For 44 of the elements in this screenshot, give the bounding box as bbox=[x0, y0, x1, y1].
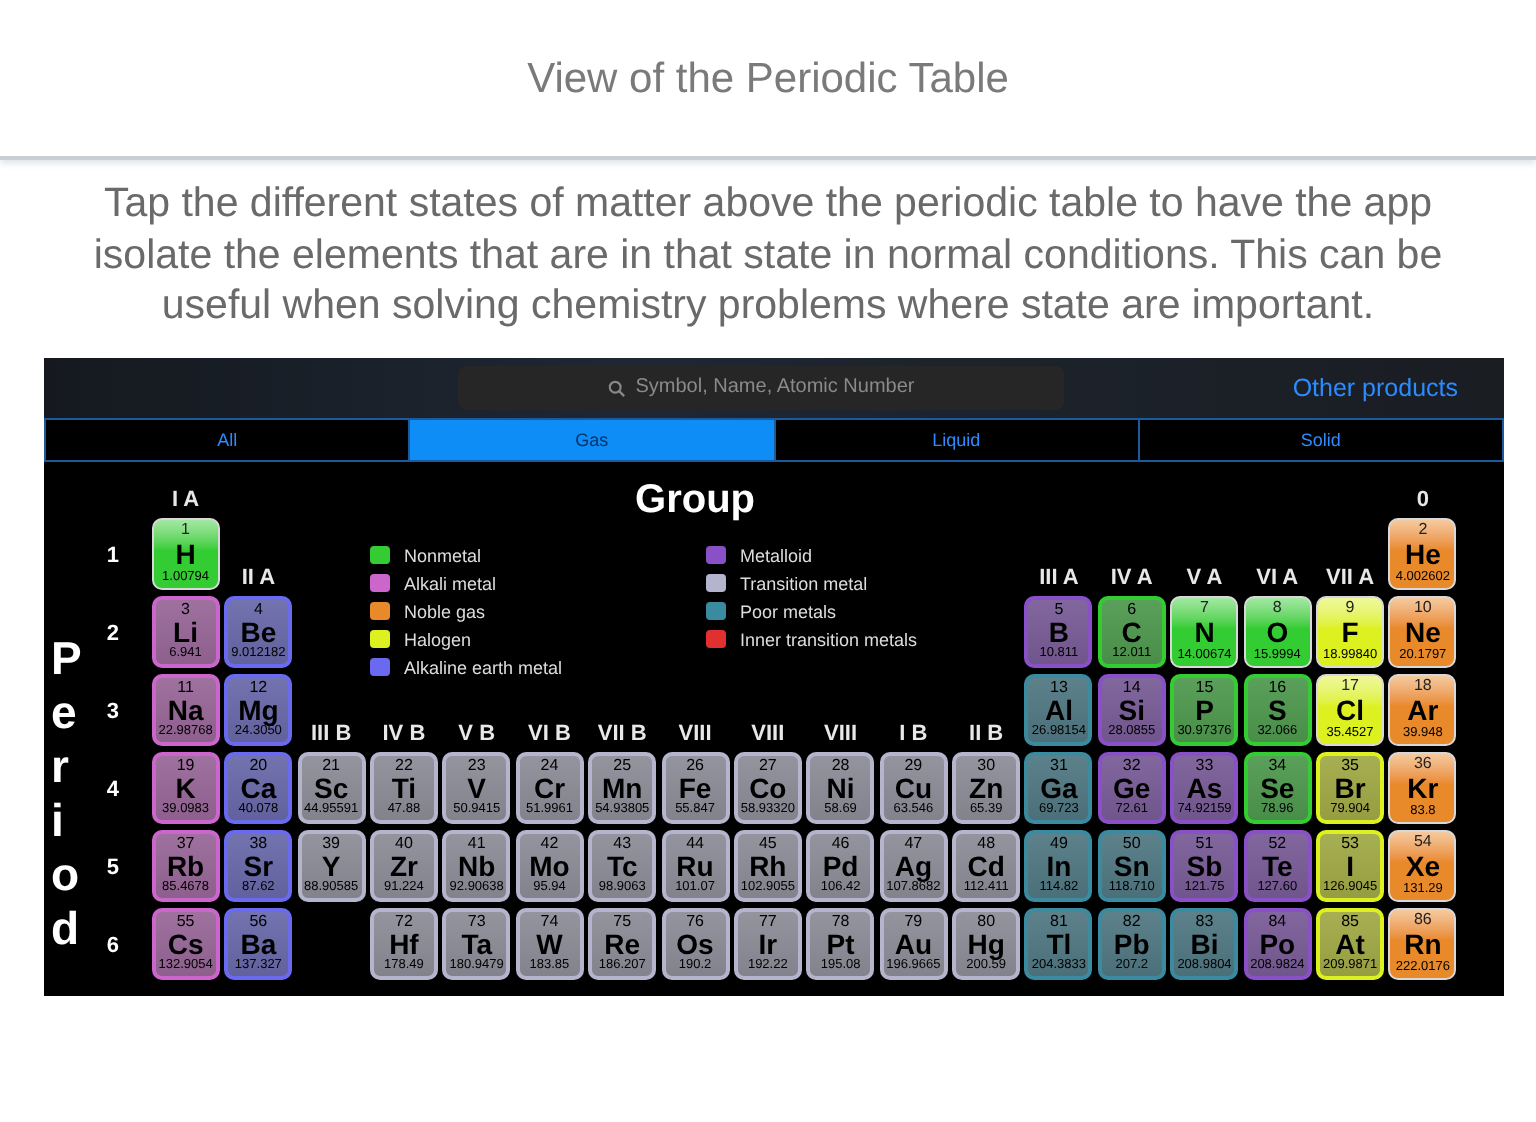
group-label: II B bbox=[969, 721, 1004, 749]
legend-label: Inner transition metals bbox=[739, 629, 917, 649]
period-number: 5 bbox=[104, 856, 122, 880]
legend-label: Metalloid bbox=[739, 545, 812, 565]
legend-label: Poor metals bbox=[739, 601, 836, 621]
group-label: VIII bbox=[751, 721, 785, 749]
group-label: I B bbox=[899, 721, 928, 749]
group-label: II A bbox=[241, 565, 276, 593]
group-label: VI A bbox=[1256, 565, 1299, 593]
period-number: 3 bbox=[104, 700, 122, 724]
state-tab[interactable]: Liquid bbox=[773, 419, 1138, 459]
group-label: VI B bbox=[528, 721, 571, 749]
legend-label: Alkaline earth metal bbox=[403, 657, 562, 677]
group-label: III A bbox=[1039, 565, 1079, 593]
search-icon bbox=[608, 379, 626, 397]
group-label: VIII bbox=[678, 721, 712, 749]
group-label: III B bbox=[310, 721, 352, 749]
state-tab[interactable]: Gas bbox=[408, 419, 773, 459]
caption: Tap the different states of matter above the periodic table to have the app isolate the elements that are in that state in normal conditions. This can be useful when solving chemistry problems where state are important. bbox=[91, 178, 1445, 331]
group-label: VIII bbox=[824, 721, 858, 749]
search-field[interactable]: Symbol, Name, Atomic Number bbox=[458, 365, 1064, 409]
group-label: V A bbox=[1186, 565, 1223, 593]
period-number: 2 bbox=[104, 622, 122, 646]
group-label: VII A bbox=[1326, 565, 1375, 593]
group-label: VII B bbox=[597, 721, 647, 749]
group-label: V B bbox=[458, 721, 496, 749]
group-label: 0 bbox=[1416, 487, 1429, 515]
legend-label: Nonmetal bbox=[403, 545, 481, 565]
group-label: IV B bbox=[382, 721, 426, 749]
period-number: 1 bbox=[104, 544, 122, 568]
legend-label: Alkali metal bbox=[403, 573, 496, 593]
group-label: I A bbox=[171, 487, 200, 515]
legend-label: Transition metal bbox=[739, 573, 868, 593]
period-number: 4 bbox=[104, 778, 122, 802]
period-number: 6 bbox=[104, 934, 122, 958]
state-tab[interactable]: All bbox=[46, 419, 409, 459]
legend-label: Noble gas bbox=[403, 601, 485, 621]
page-title: View of the Periodic Table bbox=[527, 54, 1009, 104]
group-label: IV A bbox=[1110, 565, 1153, 593]
state-tab[interactable]: Solid bbox=[1137, 419, 1502, 459]
other-products-link[interactable]: Other products bbox=[1292, 373, 1458, 401]
legend-label: Halogen bbox=[403, 629, 471, 649]
period-axis-label: Period bbox=[51, 632, 97, 956]
group-axis-label: Group bbox=[635, 477, 756, 523]
